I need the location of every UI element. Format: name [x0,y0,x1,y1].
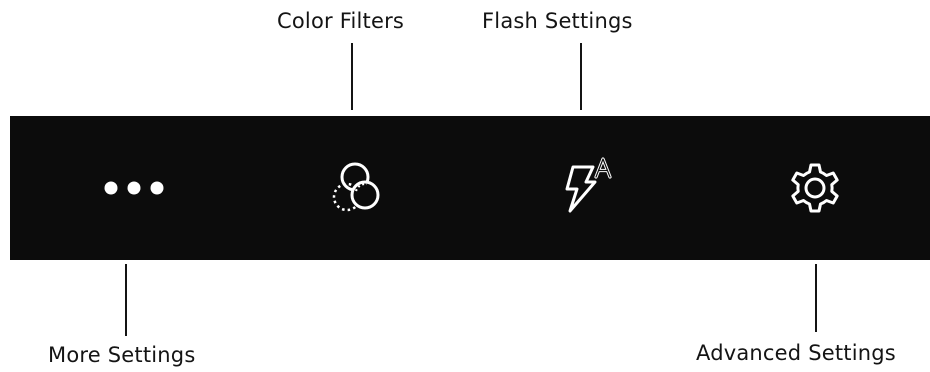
color-filters-button[interactable] [298,116,418,260]
more-settings-button[interactable] [75,116,195,260]
callout-line-color-filters [351,43,353,110]
callout-label-flash-settings: Flash Settings [482,9,633,33]
callout-line-advanced-settings [815,264,817,332]
camera-toolbar [10,116,930,260]
callout-line-flash-settings [580,43,582,110]
advanced-settings-button[interactable] [755,116,875,260]
flash-settings-button[interactable] [526,116,646,260]
auto-badge-icon [594,157,612,179]
more-dots-icon [104,181,164,195]
callout-label-color-filters: Color Filters [277,9,405,33]
callout-label-advanced-settings: Advanced Settings [696,341,896,365]
callout-line-more-settings [125,264,127,336]
gear-icon [791,163,839,213]
color-filters-icon [332,162,380,212]
flash-auto-icon [565,157,612,213]
callout-label-more-settings: More Settings [48,343,196,367]
